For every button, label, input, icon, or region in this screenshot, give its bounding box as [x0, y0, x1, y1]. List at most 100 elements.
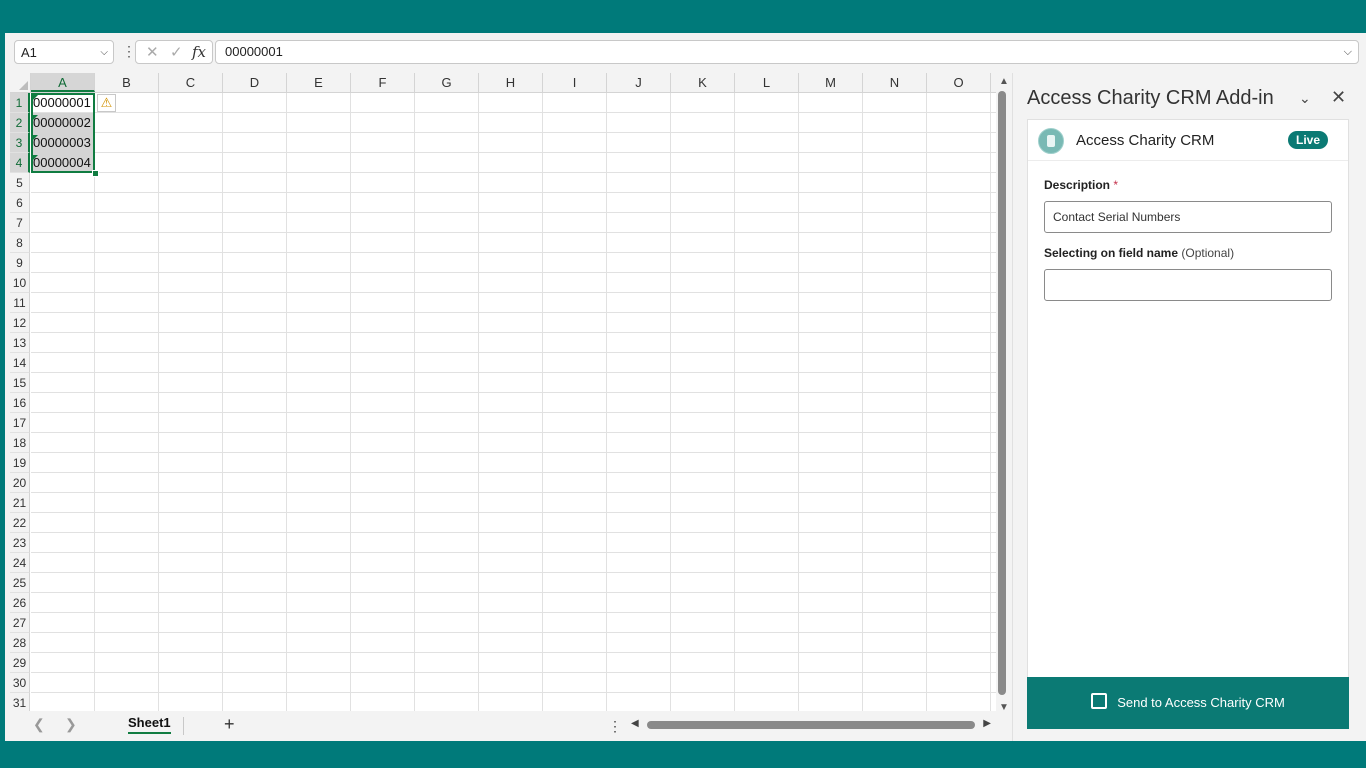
- enter-icon[interactable]: ✓: [170, 43, 183, 61]
- row-header-7[interactable]: 7: [10, 213, 30, 233]
- crm-logo-icon: [1038, 128, 1064, 154]
- row-header-6[interactable]: 6: [10, 193, 30, 213]
- row-header-26[interactable]: 26: [10, 593, 30, 613]
- scroll-up-icon[interactable]: ▲: [999, 76, 1009, 87]
- scroll-right-icon[interactable]: ▶: [983, 718, 991, 729]
- row-header-31[interactable]: 31: [10, 693, 30, 711]
- formula-input[interactable]: 00000001 ⌵: [215, 40, 1359, 64]
- excel-window: A1 ⌵ ⋮ ✕ ✓ fx 00000001 ⌵ ABCDEFGHIJKLMNO…: [5, 33, 1366, 741]
- horizontal-scroll-thumb[interactable]: [647, 721, 975, 729]
- prev-sheet-icon[interactable]: ❮: [33, 716, 45, 733]
- more-options-icon[interactable]: ⋮: [608, 718, 622, 735]
- required-marker: *: [1113, 178, 1119, 192]
- next-sheet-icon[interactable]: ❯: [65, 716, 77, 733]
- row-header-28[interactable]: 28: [10, 633, 30, 653]
- row-header-11[interactable]: 11: [10, 293, 30, 313]
- warning-icon[interactable]: ⚠: [97, 94, 116, 112]
- column-header-o[interactable]: O: [927, 73, 991, 92]
- card-header: Access Charity CRM Live: [1028, 120, 1348, 161]
- field-name-label: Selecting on field name (Optional): [1044, 246, 1234, 260]
- fill-handle[interactable]: [92, 170, 99, 177]
- send-button[interactable]: Send to Access Charity CRM: [1027, 677, 1349, 729]
- row-header-25[interactable]: 25: [10, 573, 30, 593]
- cell-area[interactable]: [31, 93, 996, 711]
- divider: [183, 717, 184, 735]
- horizontal-scrollbar[interactable]: ◀ ▶: [631, 717, 991, 733]
- row-header-14[interactable]: 14: [10, 353, 30, 373]
- column-headers: ABCDEFGHIJKLMNO: [10, 73, 996, 93]
- optional-marker: (Optional): [1181, 246, 1235, 260]
- vertical-scroll-thumb[interactable]: [998, 91, 1006, 695]
- chevron-down-icon[interactable]: ⌄: [1299, 90, 1311, 107]
- column-header-c[interactable]: C: [159, 73, 223, 92]
- column-header-n[interactable]: N: [863, 73, 927, 92]
- row-header-27[interactable]: 27: [10, 613, 30, 633]
- scroll-left-icon[interactable]: ◀: [631, 718, 639, 729]
- row-header-18[interactable]: 18: [10, 433, 30, 453]
- row-header-9[interactable]: 9: [10, 253, 30, 273]
- column-header-m[interactable]: M: [799, 73, 863, 92]
- description-label-text: Description: [1044, 178, 1111, 192]
- row-header-24[interactable]: 24: [10, 553, 30, 573]
- row-header-13[interactable]: 13: [10, 333, 30, 353]
- status-badge: Live: [1288, 131, 1329, 149]
- description-label: Description *: [1044, 178, 1118, 192]
- column-header-g[interactable]: G: [415, 73, 479, 92]
- insert-function-icon[interactable]: fx: [192, 43, 206, 61]
- row-header-21[interactable]: 21: [10, 493, 30, 513]
- row-header-2[interactable]: 2: [10, 113, 30, 133]
- cancel-icon[interactable]: ✕: [146, 43, 159, 61]
- row-header-5[interactable]: 5: [10, 173, 30, 193]
- row-header-19[interactable]: 19: [10, 453, 30, 473]
- row-header-3[interactable]: 3: [10, 133, 30, 153]
- pane-title: Access Charity CRM Add-in: [1027, 87, 1274, 109]
- field-name-label-text: Selecting on field name: [1044, 246, 1179, 260]
- crm-card: Access Charity CRM Live Description * Co…: [1027, 119, 1349, 729]
- column-header-j[interactable]: J: [607, 73, 671, 92]
- add-in-task-pane: Access Charity CRM Add-in ⌄ ✕ Access Cha…: [1012, 73, 1366, 741]
- field-name-input[interactable]: [1044, 269, 1332, 301]
- row-header-20[interactable]: 20: [10, 473, 30, 493]
- card-title: Access Charity CRM: [1076, 132, 1215, 149]
- add-sheet-button[interactable]: +: [224, 714, 235, 735]
- column-header-a[interactable]: A: [31, 73, 95, 92]
- select-all-corner[interactable]: [10, 73, 31, 92]
- row-header-16[interactable]: 16: [10, 393, 30, 413]
- more-options-icon[interactable]: ⋮: [122, 43, 136, 60]
- column-header-b[interactable]: B: [95, 73, 159, 92]
- description-input[interactable]: Contact Serial Numbers: [1044, 201, 1332, 233]
- row-header-29[interactable]: 29: [10, 653, 30, 673]
- row-header-1[interactable]: 1: [10, 93, 30, 113]
- vertical-scrollbar[interactable]: ▲ ▼: [996, 73, 1012, 713]
- row-header-22[interactable]: 22: [10, 513, 30, 533]
- row-header-4[interactable]: 4: [10, 153, 30, 173]
- save-icon: [1091, 693, 1108, 709]
- name-box-value: A1: [21, 45, 37, 60]
- sheet-tab-sheet1[interactable]: Sheet1: [128, 715, 171, 734]
- row-header-15[interactable]: 15: [10, 373, 30, 393]
- send-button-label: Send to Access Charity CRM: [1117, 695, 1285, 710]
- column-header-k[interactable]: K: [671, 73, 735, 92]
- column-header-d[interactable]: D: [223, 73, 287, 92]
- row-header-12[interactable]: 12: [10, 313, 30, 333]
- column-header-h[interactable]: H: [479, 73, 543, 92]
- formula-actions: ✕ ✓ fx: [135, 40, 213, 64]
- row-header-10[interactable]: 10: [10, 273, 30, 293]
- formula-value: 00000001: [225, 44, 283, 59]
- name-box[interactable]: A1 ⌵: [14, 40, 114, 64]
- spreadsheet-grid[interactable]: ABCDEFGHIJKLMNO 1 2 3 4 5 6 7 8 9 10 11 12 13 14 15 16 1…: [10, 73, 996, 711]
- selection-range: [31, 93, 95, 173]
- sheet-bar: ❮ ❯ Sheet1 + ⋮ ◀ ▶: [5, 711, 1010, 741]
- row-header-8[interactable]: 8: [10, 233, 30, 253]
- row-header-30[interactable]: 30: [10, 673, 30, 693]
- column-header-l[interactable]: L: [735, 73, 799, 92]
- column-header-i[interactable]: I: [543, 73, 607, 92]
- row-header-23[interactable]: 23: [10, 533, 30, 553]
- column-header-f[interactable]: F: [351, 73, 415, 92]
- formula-bar: A1 ⌵ ⋮ ✕ ✓ fx 00000001 ⌵: [5, 33, 1366, 73]
- expand-formula-icon[interactable]: ⌵: [1344, 41, 1352, 63]
- column-header-e[interactable]: E: [287, 73, 351, 92]
- chevron-down-icon[interactable]: ⌵: [100, 41, 108, 65]
- row-header-17[interactable]: 17: [10, 413, 30, 433]
- close-icon[interactable]: ✕: [1331, 87, 1346, 108]
